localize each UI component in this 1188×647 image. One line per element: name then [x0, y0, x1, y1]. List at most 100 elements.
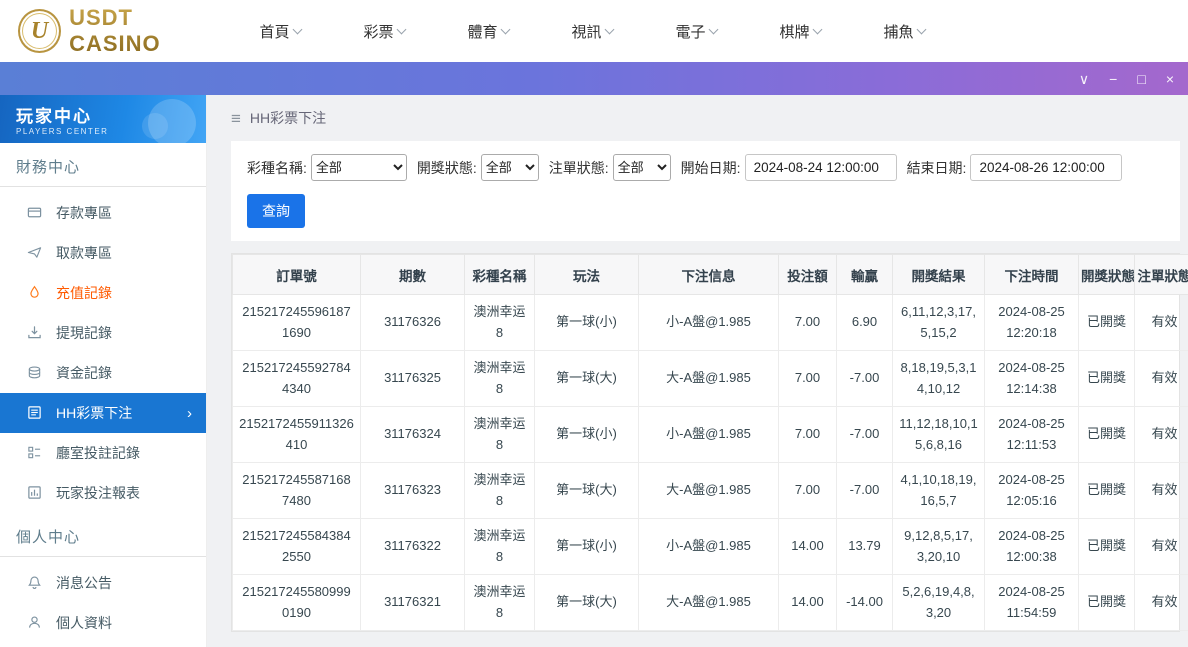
table-header-cell: 玩法	[534, 254, 639, 295]
sidebar-item-label: 玩家投注報表	[56, 485, 140, 501]
sidebar-item-label: 提現記錄	[56, 325, 112, 341]
table-cell: 2152172455927844340	[232, 350, 361, 407]
report-icon	[27, 485, 43, 501]
chevron-down-icon	[916, 24, 926, 35]
table-cell: 2152172455843842550	[232, 518, 361, 575]
hall-icon	[27, 445, 43, 461]
table-cell: 已開獎	[1078, 574, 1135, 631]
lottery-icon	[27, 405, 43, 421]
hamburger-menu-icon[interactable]: ≡	[231, 110, 241, 127]
nav-item[interactable]: 電子	[644, 21, 748, 42]
sidebar-item-hall[interactable]: 廳室投註記錄	[0, 433, 206, 473]
chevron-right-icon: ›	[187, 404, 192, 422]
nav-item[interactable]: 捕魚	[852, 21, 956, 42]
main-layout: 玩家中心 PLAYERS CENTER 財務中心 存款專區 取款專區 充值記錄 提現記錄…	[0, 95, 1188, 647]
sidebar-item-user[interactable]: 個人資料	[0, 603, 206, 643]
filter-label: 開始日期:	[680, 159, 741, 176]
table-cell: 第一球(大)	[534, 462, 639, 519]
table-cell: 8,18,19,5,3,14,10,12	[892, 350, 985, 407]
nav-item-label: 體育	[467, 23, 498, 41]
table-cell: 7.00	[778, 462, 837, 519]
funds-icon	[27, 365, 43, 381]
sidebar-header: 玩家中心 PLAYERS CENTER	[0, 95, 206, 143]
withdraw-icon	[27, 245, 43, 261]
sidebar-item-lottery[interactable]: HH彩票下注 ›	[0, 393, 206, 433]
table-cell: 第一球(小)	[534, 406, 639, 463]
table-cell: -7.00	[836, 350, 893, 407]
sidebar-title: 玩家中心	[16, 107, 92, 126]
table-cell: 已開獎	[1078, 462, 1135, 519]
filter-field: 開始日期:	[681, 154, 897, 181]
sidebar-item-label: 存款專區	[56, 205, 112, 221]
sidebar-item-bell[interactable]: 消息公告	[0, 563, 206, 603]
draw-status-select[interactable]: 全部	[480, 154, 539, 181]
table-cell: 6,11,12,3,17,5,15,2	[892, 294, 985, 351]
sidebar-item-recharge[interactable]: 充值記錄	[0, 273, 206, 313]
table-cell: 第一球(小)	[534, 294, 639, 351]
table-cell: 2024-08-25 11:54:59	[984, 574, 1079, 631]
bet-status-select[interactable]: 全部	[612, 154, 671, 181]
nav-item[interactable]: 棋牌	[748, 21, 852, 42]
table-cell: 14.00	[778, 518, 837, 575]
search-button[interactable]: 查詢	[247, 194, 305, 228]
start-date-input[interactable]	[744, 154, 897, 181]
logo: U USDT CASINO	[18, 5, 228, 57]
sidebar-item-label: 個人資料	[56, 615, 112, 631]
close-icon[interactable]: ×	[1166, 72, 1174, 86]
window-controls: ∨ − □ ×	[1079, 72, 1174, 86]
sidebar-item-report[interactable]: 玩家投注報表	[0, 473, 206, 513]
filter-field: 開獎狀態: 全部	[417, 154, 539, 181]
table-cell: 7.00	[778, 294, 837, 351]
filter-fields: 彩種名稱:全部開獎狀態:全部注單狀態:全部開始日期:結束日期:	[247, 154, 1164, 181]
filter-field: 彩種名稱: 全部	[247, 154, 407, 181]
table-cell: 澳洲幸运8	[464, 350, 535, 407]
nav-item[interactable]: 視訊	[540, 21, 644, 42]
bets-table: 訂單號 期數 彩種名稱 玩法 下注信息 投注額 輸贏 開獎結果 下注時間 開獎狀態 注單狀態 215…	[232, 254, 1188, 631]
sidebar-item-funds[interactable]: 資金記錄	[0, 353, 206, 393]
table-cell: 已開獎	[1078, 406, 1135, 463]
recharge-icon	[27, 285, 43, 301]
table-cell: 小-A盤@1.985	[638, 518, 779, 575]
table-row: 2152172455809990190 31176321 澳洲幸运8 第一球(大) 大-…	[232, 574, 1188, 631]
table-cell: 7.00	[778, 406, 837, 463]
table-cell: 2024-08-25 12:14:38	[984, 350, 1079, 407]
logo-emblem-icon: U	[18, 9, 62, 53]
table-cell: 2024-08-25 12:00:38	[984, 518, 1079, 575]
table-cell: 31176323	[360, 462, 465, 519]
maximize-icon[interactable]: □	[1137, 72, 1145, 86]
table-cell: 澳洲幸运8	[464, 462, 535, 519]
breadcrumb: ≡ HH彩票下注	[207, 95, 1188, 139]
table-cell: 13.79	[836, 518, 893, 575]
sidebar-item-label: 取款專區	[56, 245, 112, 261]
table-cell: 31176324	[360, 406, 465, 463]
table-cell: 有效	[1134, 406, 1188, 463]
table-body: 2152172455961871690 31176326 澳洲幸运8 第一球(小) 小-…	[232, 294, 1188, 631]
end-date-input[interactable]	[970, 154, 1123, 181]
table-cell: 2152172455871687480	[232, 462, 361, 519]
table-cell: 31176325	[360, 350, 465, 407]
lottery-name-select[interactable]: 全部	[310, 154, 407, 181]
table-cell: 有效	[1134, 350, 1188, 407]
filter-label: 結束日期:	[906, 159, 967, 176]
nav-item[interactable]: 首頁	[228, 21, 332, 42]
sidebar-item-cashout[interactable]: 提現記錄	[0, 313, 206, 353]
sidebar-item-deposit[interactable]: 存款專區	[0, 193, 206, 233]
filter-label: 彩種名稱:	[247, 159, 307, 176]
sidebar-item-withdraw[interactable]: 取款專區	[0, 233, 206, 273]
table-header-cell: 彩種名稱	[464, 254, 535, 295]
chevron-down-icon	[604, 24, 614, 35]
table-cell: 14.00	[778, 574, 837, 631]
table-cell: 7.00	[778, 350, 837, 407]
table-header-cell: 輸贏	[836, 254, 893, 295]
table-cell: 大-A盤@1.985	[638, 574, 779, 631]
minimize-icon[interactable]: −	[1109, 72, 1117, 86]
nav-item[interactable]: 體育	[436, 21, 540, 42]
table-header-cell: 下注信息	[638, 254, 779, 295]
table-cell: 第一球(大)	[534, 574, 639, 631]
collapse-icon[interactable]: ∨	[1079, 72, 1089, 86]
chevron-down-icon	[708, 24, 718, 35]
table-header-cell: 訂單號	[232, 254, 361, 295]
table-cell: 2024-08-25 12:05:16	[984, 462, 1079, 519]
table-cell: 5,2,6,19,4,8,3,20	[892, 574, 985, 631]
nav-item[interactable]: 彩票	[332, 21, 436, 42]
